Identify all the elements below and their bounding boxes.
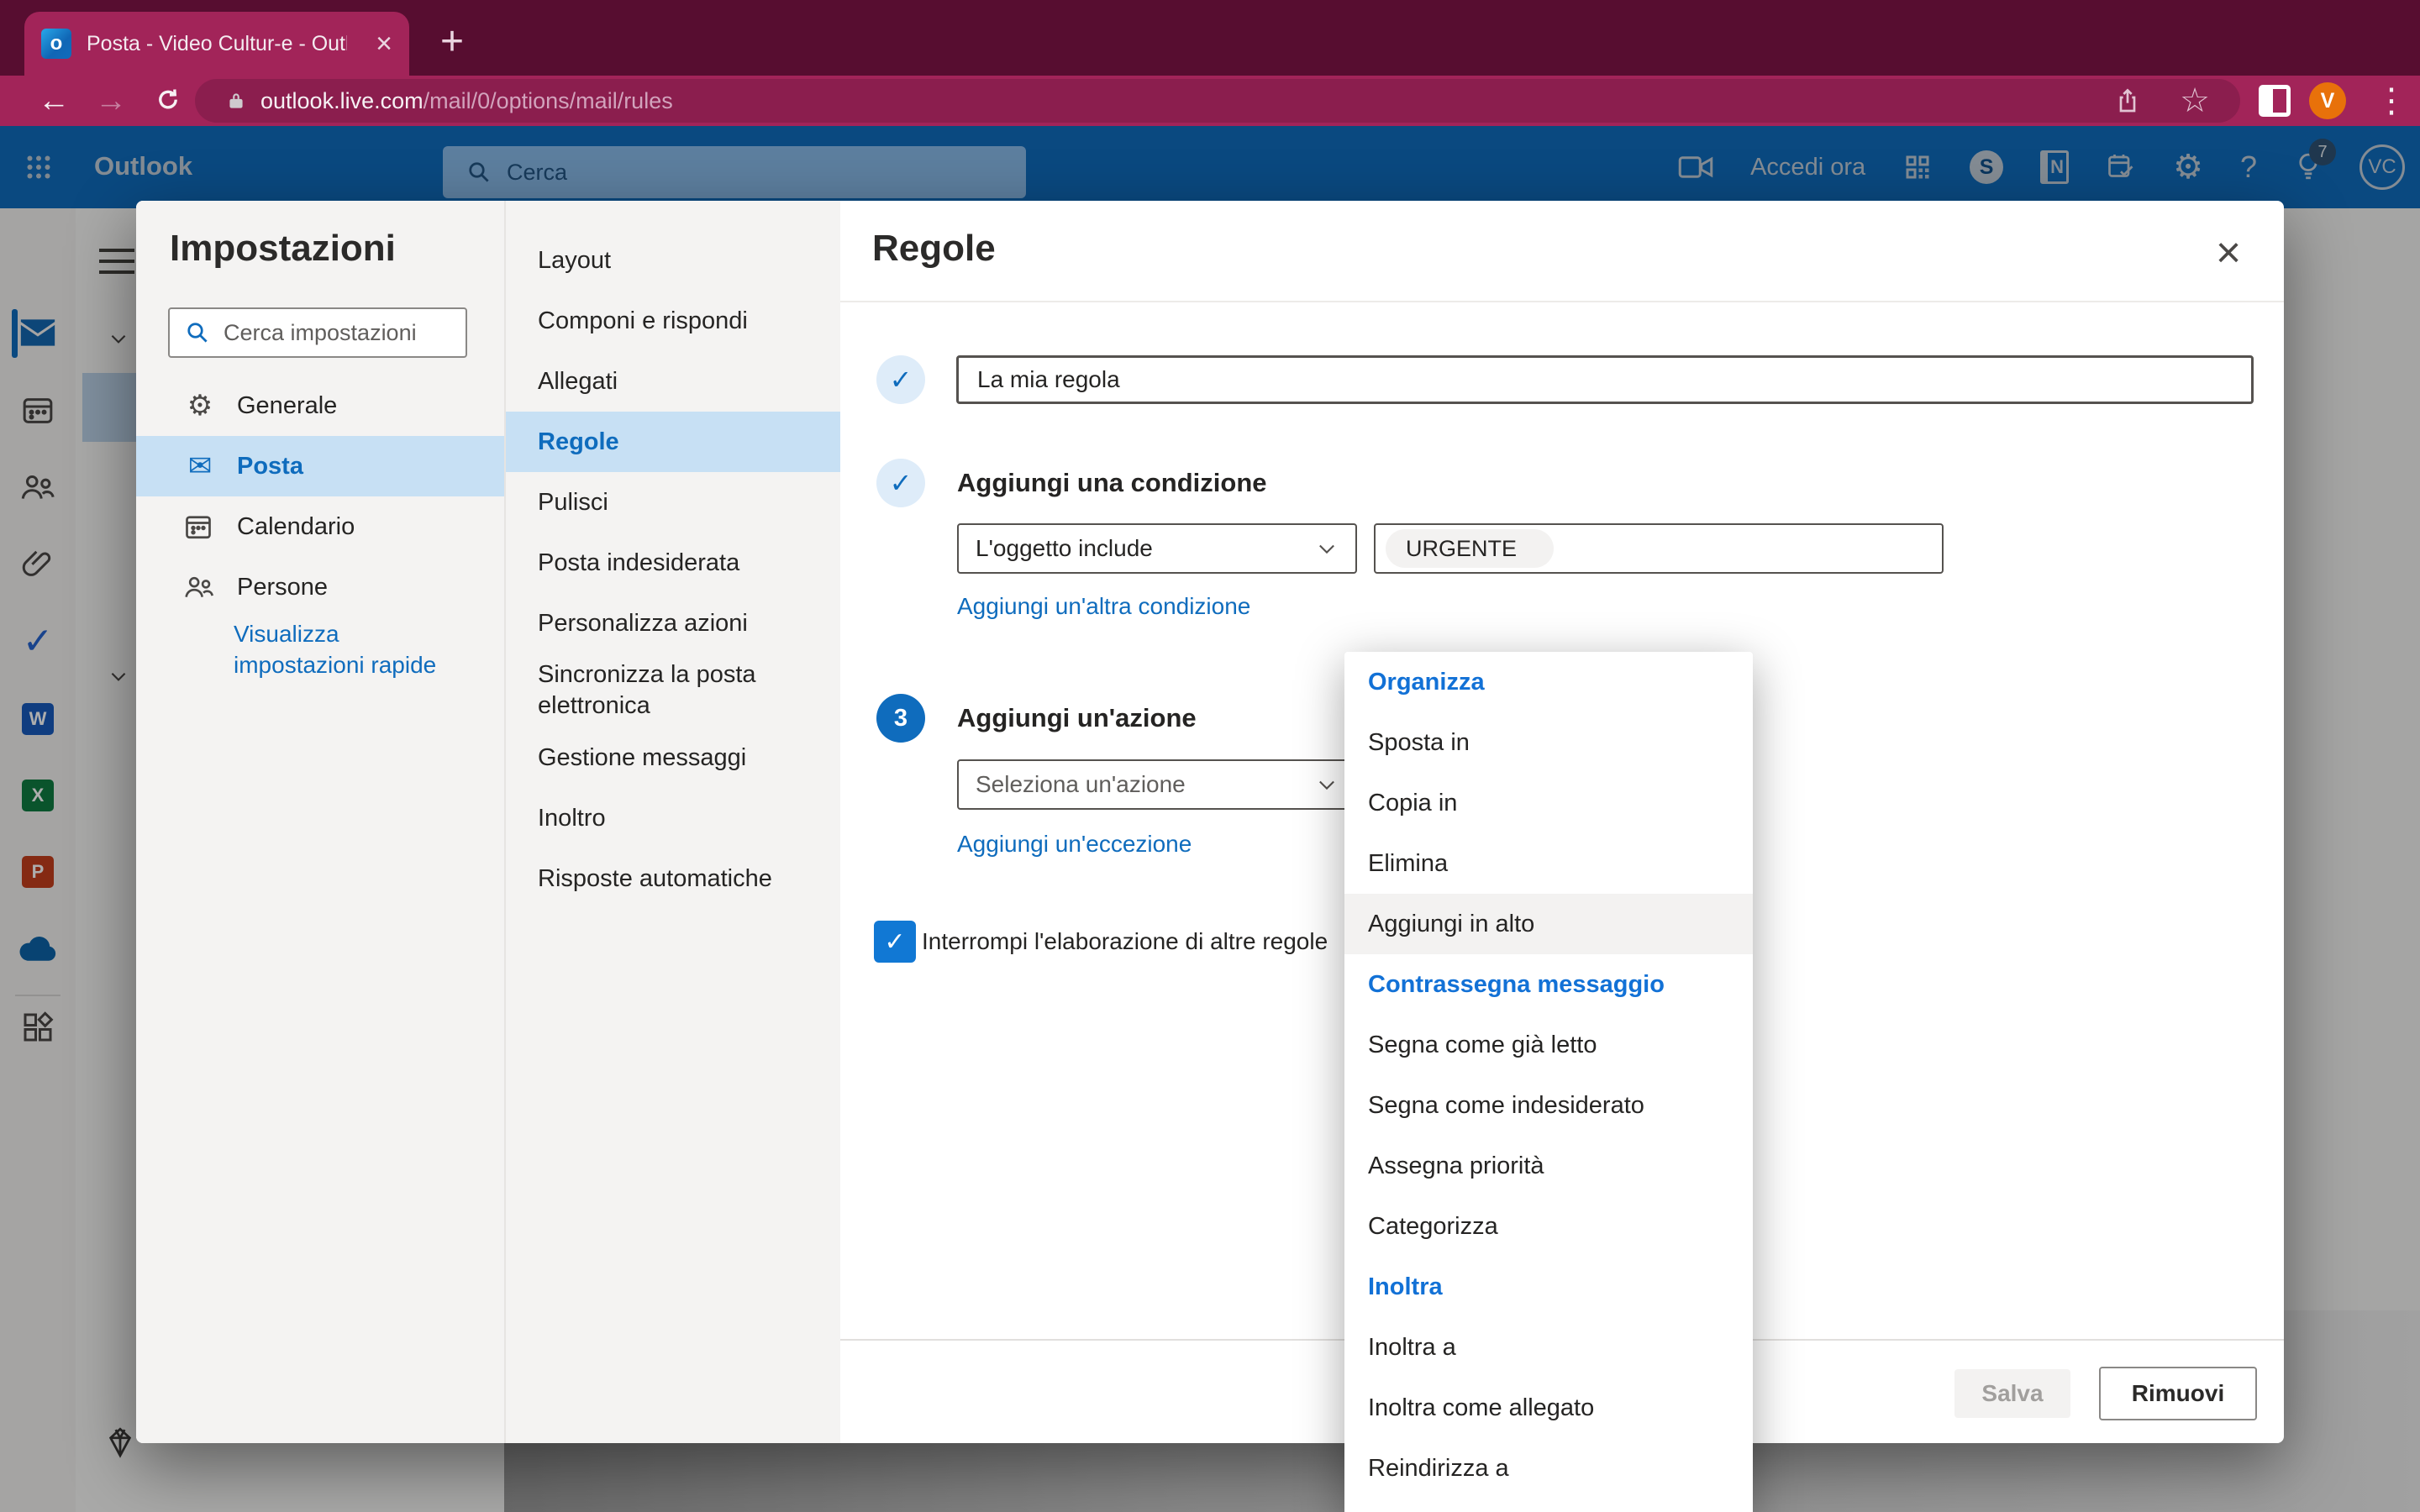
lock-icon xyxy=(225,90,247,112)
subnav-risposte-automatiche[interactable]: Risposte automatiche xyxy=(506,848,840,909)
tag-label: URGENTE xyxy=(1406,536,1517,562)
menu-item-copia-in[interactable]: Copia in xyxy=(1344,773,1753,833)
quick-settings-link[interactable]: Visualizza impostazioni rapide xyxy=(234,618,469,680)
chevron-down-icon xyxy=(1315,773,1339,796)
browser-profile-avatar[interactable]: V xyxy=(2309,82,2346,119)
action-heading: Aggiungi un'azione xyxy=(957,694,1197,743)
condition-tag[interactable]: URGENTE xyxy=(1386,529,1554,568)
calendar-icon xyxy=(183,512,217,542)
rules-panel-title: Regole xyxy=(872,228,996,270)
browser-menu-icon[interactable]: ⋮ xyxy=(2375,76,2408,126)
subnav-regole[interactable]: Regole xyxy=(506,412,840,472)
subnav-pulisci[interactable]: Pulisci xyxy=(506,472,840,533)
add-condition-link[interactable]: Aggiungi un'altra condizione xyxy=(957,593,1250,620)
category-label: Persone xyxy=(237,574,328,601)
close-icon[interactable]: × xyxy=(2202,226,2255,280)
chevron-down-icon xyxy=(1315,537,1339,560)
gear-icon: ⚙ xyxy=(183,389,217,423)
subnav-personalizza-azioni[interactable]: Personalizza azioni xyxy=(506,593,840,654)
url-host: outlook.live.com xyxy=(260,88,424,114)
panel-divider xyxy=(840,301,2284,302)
condition-select-value: L'oggetto include xyxy=(976,535,1153,562)
menu-item-sposta-in[interactable]: Sposta in xyxy=(1344,712,1753,773)
tab-close-icon[interactable]: × xyxy=(376,29,392,58)
settings-sidebar: Impostazioni Cerca impostazioni ⚙ Genera… xyxy=(136,201,504,1443)
settings-search-input[interactable]: Cerca impostazioni xyxy=(168,307,467,358)
rule-name-input[interactable]: La mia regola xyxy=(956,355,2254,404)
subnav-inoltro[interactable]: Inoltro xyxy=(506,788,840,848)
screen: o Posta - Video Cultur-e - Outloo × + ← … xyxy=(0,0,2420,1512)
remove-button[interactable]: Rimuovi xyxy=(2099,1367,2257,1420)
settings-category-persone[interactable]: Persone xyxy=(136,557,504,617)
menu-item-categorizza[interactable]: Categorizza xyxy=(1344,1196,1753,1257)
share-icon[interactable] xyxy=(2114,87,2141,115)
add-exception-link[interactable]: Aggiungi un'eccezione xyxy=(957,831,1192,858)
reload-icon[interactable] xyxy=(143,76,193,126)
browser-tab[interactable]: o Posta - Video Cultur-e - Outloo × xyxy=(24,12,409,76)
menu-header-organizza: Organizza xyxy=(1344,652,1753,712)
settings-category-posta[interactable]: ✉ Posta xyxy=(136,436,504,496)
category-label: Generale xyxy=(237,392,337,420)
subnav-gestione-messaggi[interactable]: Gestione messaggi xyxy=(506,727,840,788)
menu-header-contrassegna: Contrassegna messaggio xyxy=(1344,954,1753,1015)
settings-category-generale[interactable]: ⚙ Generale xyxy=(136,375,504,436)
mail-icon: ✉ xyxy=(183,449,217,483)
settings-category-calendario[interactable]: Calendario xyxy=(136,496,504,557)
search-icon xyxy=(185,320,210,345)
action-select-placeholder: Seleziona un'azione xyxy=(976,771,1186,798)
subnav-sincronizza[interactable]: Sincronizza la posta elettronica xyxy=(506,654,840,727)
settings-dialog: Impostazioni Cerca impostazioni ⚙ Genera… xyxy=(136,201,2284,1443)
menu-item-reindirizza-a[interactable]: Reindirizza a xyxy=(1344,1438,1753,1499)
side-panel-icon[interactable] xyxy=(2259,85,2291,117)
menu-item-inoltra-a[interactable]: Inoltra a xyxy=(1344,1317,1753,1378)
browser-toolbar: ← → outlook.live.com /mail/0/options/mai… xyxy=(0,76,2420,126)
menu-item-inoltra-come-allegato[interactable]: Inoltra come allegato xyxy=(1344,1378,1753,1438)
subnav-layout[interactable]: Layout xyxy=(506,230,840,291)
browser-tab-bar: o Posta - Video Cultur-e - Outloo × + xyxy=(0,0,2420,76)
condition-value-input[interactable]: URGENTE xyxy=(1374,523,1944,574)
bookmark-star-icon[interactable]: ☆ xyxy=(2180,81,2210,120)
subnav-componi[interactable]: Componi e rispondi xyxy=(506,291,840,351)
action-dropdown-menu: Organizza Sposta in Copia in Elimina Agg… xyxy=(1344,652,1753,1512)
condition-select[interactable]: L'oggetto include xyxy=(957,523,1357,574)
tab-title: Posta - Video Cultur-e - Outloo xyxy=(87,32,347,56)
save-button[interactable]: Salva xyxy=(1954,1369,2070,1418)
menu-item-elimina[interactable]: Elimina xyxy=(1344,833,1753,894)
stop-processing-checkbox[interactable]: ✓ xyxy=(874,921,916,963)
stop-processing-label: Interrompi l'elaborazione di altre regol… xyxy=(922,925,1328,958)
condition-heading: Aggiungi una condizione xyxy=(957,459,1267,507)
new-tab-button[interactable]: + xyxy=(440,18,464,65)
settings-subnav: Layout Componi e rispondi Allegati Regol… xyxy=(504,201,840,1443)
action-select[interactable]: Seleziona un'azione xyxy=(957,759,1357,810)
url-path: /mail/0/options/mail/rules xyxy=(424,88,673,114)
settings-title: Impostazioni xyxy=(170,228,396,270)
step2-check-icon: ✓ xyxy=(876,459,925,507)
settings-search-placeholder: Cerca impostazioni xyxy=(224,320,417,346)
subnav-allegati[interactable]: Allegati xyxy=(506,351,840,412)
subnav-posta-indesiderata[interactable]: Posta indesiderata xyxy=(506,533,840,593)
step3-number: 3 xyxy=(876,694,925,743)
people-icon xyxy=(183,573,217,601)
back-icon[interactable]: ← xyxy=(29,76,79,126)
menu-header-inoltra: Inoltra xyxy=(1344,1257,1753,1317)
step1-check-icon: ✓ xyxy=(876,355,925,404)
forward-icon[interactable]: → xyxy=(86,76,136,126)
category-label: Posta xyxy=(237,453,303,480)
menu-item-segna-indesiderato[interactable]: Segna come indesiderato xyxy=(1344,1075,1753,1136)
outlook-favicon-icon: o xyxy=(41,29,71,59)
address-bar[interactable]: outlook.live.com /mail/0/options/mail/ru… xyxy=(195,79,2240,123)
menu-item-segna-gia-letto[interactable]: Segna come già letto xyxy=(1344,1015,1753,1075)
menu-item-assegna-priorita[interactable]: Assegna priorità xyxy=(1344,1136,1753,1196)
category-label: Calendario xyxy=(237,513,355,541)
menu-item-aggiungi-in-alto[interactable]: Aggiungi in alto xyxy=(1344,894,1753,954)
